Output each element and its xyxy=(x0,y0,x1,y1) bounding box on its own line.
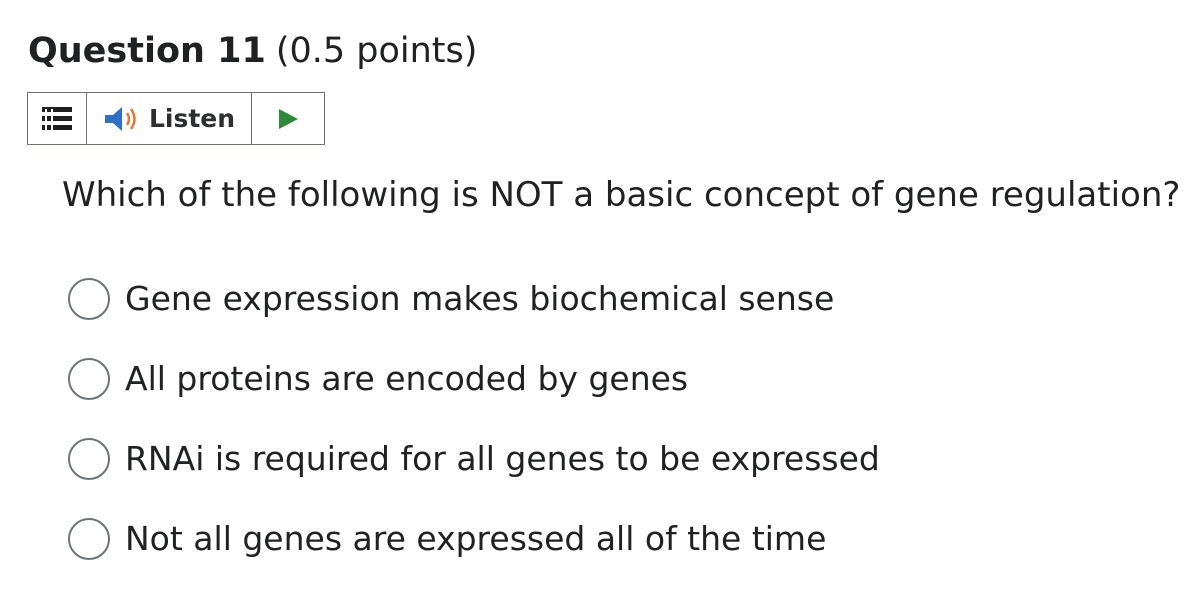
play-button[interactable] xyxy=(252,93,324,144)
answer-option[interactable]: Not all genes are expressed all of the t… xyxy=(68,499,880,579)
play-icon xyxy=(279,108,298,129)
question-prompt: Which of the following is NOT a basic co… xyxy=(62,175,1181,215)
question-header: Question 11 (0.5 points) xyxy=(28,28,477,74)
toolbar-menu-button[interactable] xyxy=(28,93,87,144)
answer-options: Gene expression makes biochemical sense … xyxy=(68,276,880,579)
listen-label: Listen xyxy=(148,104,236,133)
menu-icon xyxy=(42,106,72,130)
answer-option[interactable]: Gene expression makes biochemical sense xyxy=(68,259,880,339)
question-points: (0.5 points) xyxy=(275,31,478,71)
radio-button[interactable] xyxy=(68,518,110,560)
answer-option[interactable]: All proteins are encoded by genes xyxy=(68,339,880,419)
radio-button[interactable] xyxy=(68,278,110,320)
answer-label[interactable]: RNAi is required for all genes to be exp… xyxy=(125,437,880,481)
speaker-icon xyxy=(104,106,136,131)
listen-toolbar: Listen xyxy=(27,92,325,145)
answer-label[interactable]: Not all genes are expressed all of the t… xyxy=(125,517,826,561)
radio-button[interactable] xyxy=(68,358,110,400)
answer-label[interactable]: All proteins are encoded by genes xyxy=(125,357,688,401)
listen-button[interactable]: Listen xyxy=(87,93,252,144)
answer-label[interactable]: Gene expression makes biochemical sense xyxy=(125,277,834,321)
radio-button[interactable] xyxy=(68,438,110,480)
answer-option[interactable]: RNAi is required for all genes to be exp… xyxy=(68,419,880,499)
question-title: Question 11 xyxy=(28,31,266,71)
